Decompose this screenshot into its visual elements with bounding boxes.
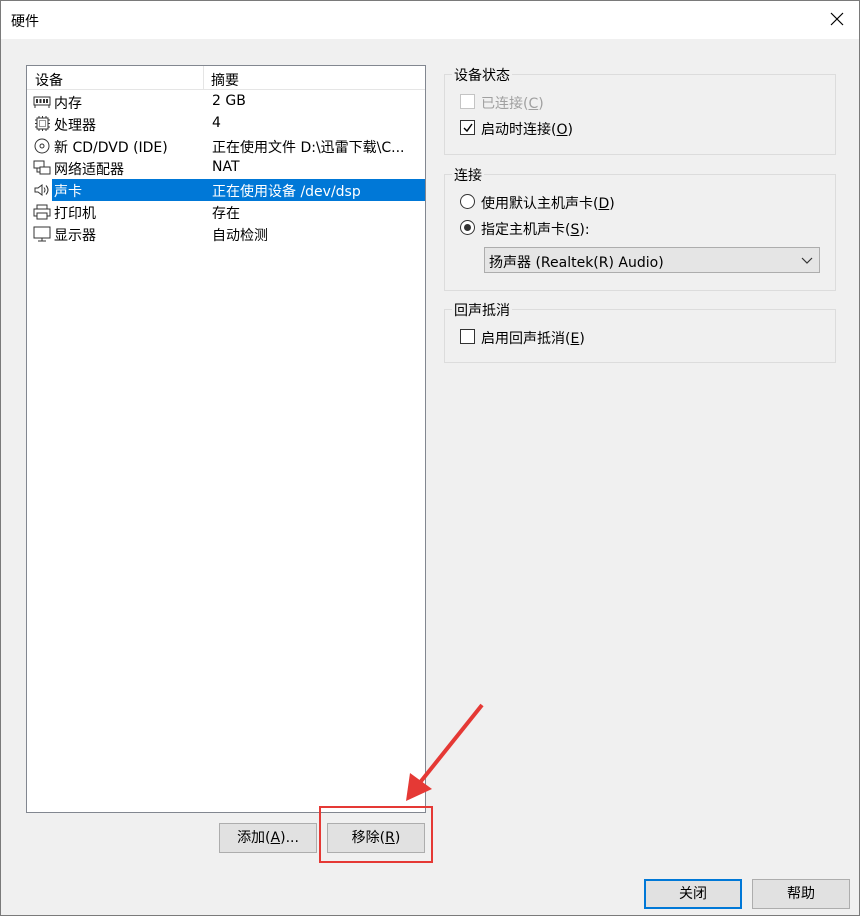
column-header-summary[interactable]: 摘要 [211,70,239,90]
device-name: 处理器 [54,118,96,134]
device-name: 内存 [54,96,82,112]
monitor-icon [33,226,51,242]
device-status-group [444,74,836,155]
host-sound-card-dropdown[interactable]: 扬声器 (Realtek(R) Audio) [484,247,820,273]
device-name: 打印机 [54,206,96,222]
connect-on-start-label: 启动时连接(O) [481,122,573,138]
device-row-network[interactable]: 网络适配器 NAT [28,157,425,179]
device-summary: NAT [212,159,240,175]
specific-card-radio[interactable] [460,220,475,235]
column-header-device[interactable]: 设备 [35,70,63,90]
window-title: 硬件 [11,14,39,30]
network-icon [33,160,51,176]
device-row-processor[interactable]: 处理器 4 [28,113,425,135]
specific-card-label: 指定主机声卡(S): [481,222,590,238]
device-row-display[interactable]: 显示器 自动检测 [28,223,425,245]
connect-on-start-checkbox[interactable] [460,120,475,135]
close-button[interactable]: 关闭 [644,879,742,909]
echo-cancellation-checkbox[interactable] [460,329,475,344]
add-button[interactable]: 添加(A)... [219,823,317,853]
default-card-radio[interactable] [460,194,475,209]
device-summary: 正在使用设备 /dev/dsp [212,184,361,200]
cd-icon [33,138,51,154]
close-icon[interactable] [827,9,847,29]
checkmark-icon [463,123,473,133]
connection-title: 连接 [452,165,484,185]
device-name: 声卡 [54,184,82,200]
device-status-title: 设备状态 [452,65,512,85]
echo-cancellation-title: 回声抵消 [452,300,512,320]
annotation-arrow-icon [406,703,484,801]
printer-icon [33,204,51,220]
device-name: 新 CD/DVD (IDE) [54,140,168,156]
chevron-down-icon [801,254,813,270]
speaker-icon [33,182,51,198]
connected-checkbox[interactable] [460,94,475,109]
default-card-label: 使用默认主机声卡(D) [481,196,615,212]
device-name: 显示器 [54,228,96,244]
connected-label: 已连接(C) [481,96,544,112]
column-divider[interactable] [203,66,204,90]
device-name: 网络适配器 [54,162,124,178]
dropdown-value: 扬声器 (Realtek(R) Audio) [489,255,664,271]
list-header: 设备 摘要 [27,66,425,90]
device-row-sound-card[interactable]: 声卡 正在使用设备 /dev/dsp [28,179,425,201]
device-list[interactable]: 设备 摘要 内存 2 GB 处理器 4 新 CD/DVD (IDE) 正在使用文… [26,65,426,813]
cpu-icon [33,116,51,132]
memory-icon [33,94,51,110]
echo-cancellation-label: 启用回声抵消(E) [481,331,585,347]
hardware-dialog: 硬件 设备 摘要 内存 2 GB 处理器 4 新 CD/DVD (IDE) 正在… [0,0,860,916]
device-row-cd-dvd[interactable]: 新 CD/DVD (IDE) 正在使用文件 D:\迅雷下载\C... [28,135,425,157]
device-summary: 自动检测 [212,228,268,244]
annotation-highlight-box [319,806,433,863]
device-row-memory[interactable]: 内存 2 GB [28,91,425,113]
device-row-printer[interactable]: 打印机 存在 [28,201,425,223]
device-summary: 2 GB [212,93,246,109]
help-button[interactable]: 帮助 [752,879,850,909]
device-summary: 存在 [212,206,240,222]
device-summary: 正在使用文件 D:\迅雷下载\C... [212,140,405,156]
device-summary: 4 [212,115,221,131]
title-bar: 硬件 [1,1,859,39]
